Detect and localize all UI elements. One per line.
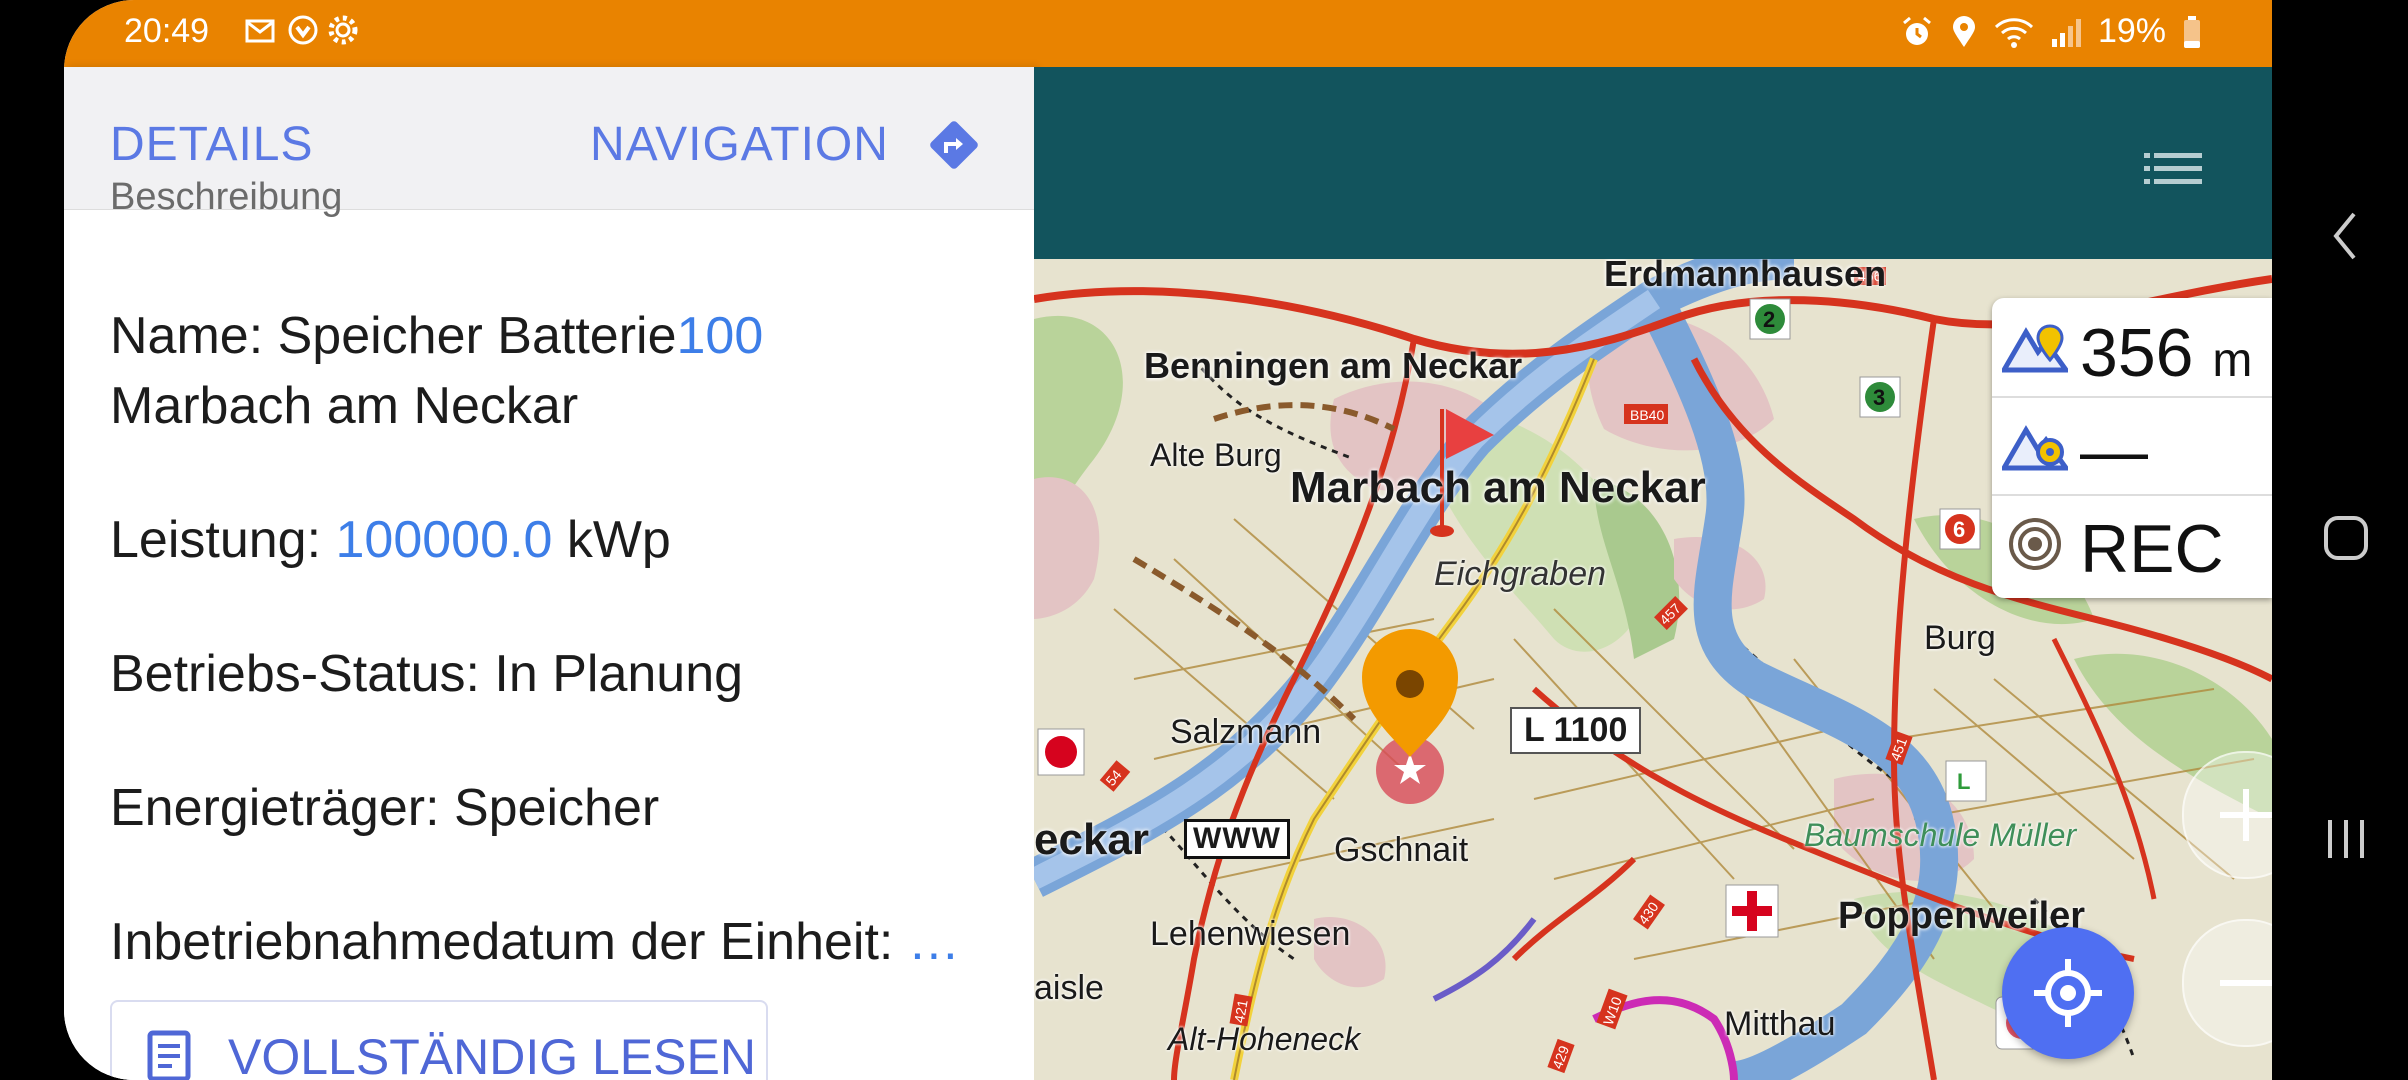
status-bar: 20:49 19% [64, 0, 2272, 67]
power-unit: kWp [552, 511, 671, 569]
map-label-benningen: Benningen am Neckar [1144, 345, 1523, 386]
name-text: Name: Speicher Batterie [110, 307, 677, 365]
signal-icon [2051, 18, 2081, 47]
elevation-gear-icon [2002, 425, 2068, 471]
app-screen: 20:49 19% DETAILS NAVIGATION Beschreibun… [64, 0, 2272, 1080]
poi-badge-l: L [1957, 769, 1970, 794]
document-icon [147, 1030, 191, 1080]
map-info-widgets: 356 m — REC [1992, 298, 2272, 598]
map-label-burg: Burg [1924, 619, 1996, 657]
poi-badge-3: 3 [1873, 385, 1885, 410]
map-label-marbach: Marbach am Neckar [1290, 463, 1706, 512]
rec-label: REC [2080, 511, 2224, 587]
read-full-label: VOLLSTÄNDIG LESEN [228, 1029, 756, 1080]
battery-percentage: 19% [2097, 12, 2166, 50]
list-menu-icon[interactable] [2144, 147, 2202, 191]
road-label-l1100: L 1100 [1510, 707, 1642, 754]
mail-icon [245, 19, 275, 43]
power-label: Leistung: [110, 511, 336, 569]
crosshair-icon [2034, 959, 2102, 1027]
home-icon[interactable] [2322, 514, 2370, 562]
altitude-icon [2002, 324, 2068, 373]
selected-poi-pin[interactable] [1362, 629, 1458, 804]
name-link[interactable]: 100 [677, 307, 764, 365]
map-label-erdmannhausen: Erdmannhausen [1604, 259, 1887, 294]
status-time: 20:49 [124, 12, 210, 50]
status-line: Betriebs-Status: In Planung [110, 645, 744, 703]
alarm-icon [1902, 16, 1931, 45]
map-label-alte-burg: Alte Burg [1150, 437, 1282, 473]
date-line: Inbetriebnahmedatum der Einheit: … [110, 912, 960, 972]
elevation-widget[interactable]: — [1992, 396, 2272, 496]
back-icon[interactable] [2330, 210, 2360, 262]
zoom-in-button[interactable] [2182, 751, 2272, 879]
elevation-value: — [2080, 413, 2148, 489]
zoom-out-button[interactable] [2182, 919, 2272, 1047]
my-location-button[interactable] [2002, 927, 2134, 1059]
record-widget[interactable]: REC [1992, 494, 2272, 592]
navigation-button[interactable]: NAVIGATION [590, 117, 889, 172]
tab-details[interactable]: DETAILS [110, 117, 314, 172]
power-value-link[interactable]: 100000.0 [336, 511, 553, 569]
map-label-eichgraben: Eichgraben [1434, 555, 1607, 593]
map-label-neckar: eckar [1034, 815, 1150, 864]
date-more-link[interactable]: … [908, 913, 960, 971]
altitude-value: 356 m [2080, 315, 2253, 391]
map-label-lehenwiesen: Lehenwiesen [1150, 915, 1351, 953]
map-label-baumschule: Baumschule Müller [1804, 817, 2077, 853]
date-label: Inbetriebnahmedatum der Einheit: [110, 913, 908, 971]
name-line: Name: Speicher Batterie100 [110, 306, 763, 366]
record-icon [2009, 518, 2061, 570]
altitude-widget[interactable]: 356 m [1992, 298, 2272, 398]
system-navigation-bar [2272, 0, 2408, 1080]
read-full-button[interactable]: VOLLSTÄNDIG LESEN [110, 1000, 768, 1080]
map-label-aisle: aisle [1034, 969, 1104, 1007]
road-badge-bb40: BB40 [1630, 407, 1664, 423]
energy-line: Energieträger: Speicher [110, 779, 660, 837]
map-label-salzmann: Salzmann [1170, 713, 1322, 751]
map-top-bar [1034, 67, 2272, 259]
power-line: Leistung: 100000.0 kWp [110, 510, 671, 570]
poi-badge-2: 2 [1763, 307, 1775, 332]
description-label: Beschreibung [110, 176, 343, 218]
plus-icon [2220, 789, 2272, 841]
poi-badge-6: 6 [1953, 517, 1965, 542]
battery-icon [2184, 15, 2200, 48]
vpn-icon [288, 15, 318, 45]
settings-icon [328, 15, 358, 45]
wifi-icon [1994, 17, 2033, 48]
minus-icon [2220, 980, 2272, 986]
location-icon [1952, 15, 1975, 47]
map-label-www: WWW [1184, 819, 1290, 859]
map-label-gschnait: Gschnait [1334, 831, 1469, 869]
status-right: 19% [1900, 12, 2202, 51]
directions-icon[interactable] [924, 115, 984, 175]
map-label-alt-hoheneck: Alt-Hoheneck [1168, 1021, 1361, 1057]
name-line-2: Marbach am Neckar [110, 377, 579, 435]
recents-icon[interactable] [2324, 816, 2368, 862]
map-label-mitthau: Mitthau [1724, 1005, 1836, 1043]
